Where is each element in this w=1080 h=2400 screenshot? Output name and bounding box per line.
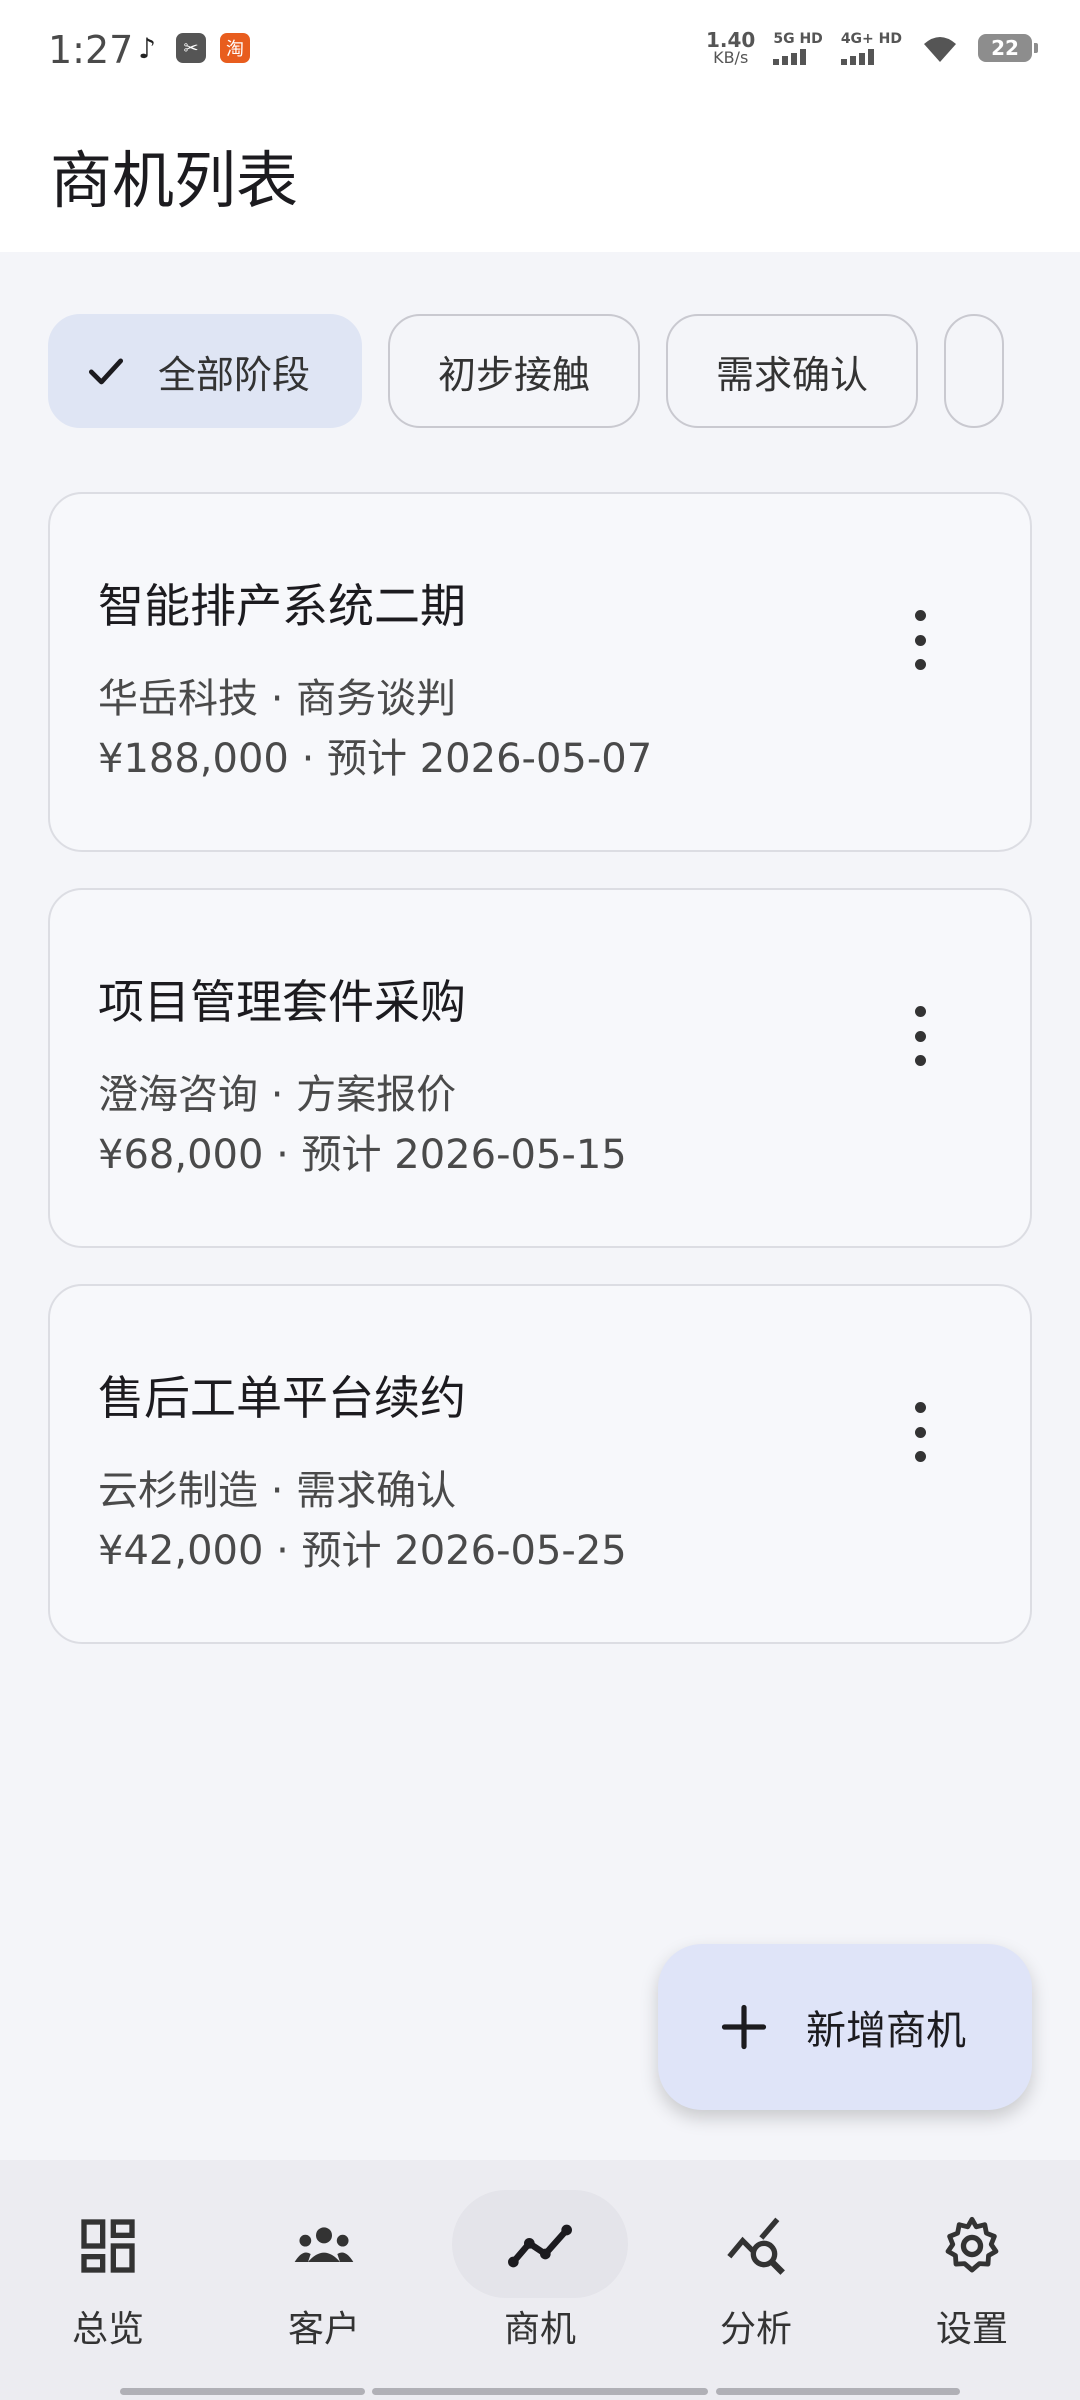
- opportunity-meta: 云杉制造 · 需求确认: [98, 1468, 457, 1514]
- chip-initial-contact[interactable]: 初步接触: [388, 314, 641, 428]
- chip-next-partial[interactable]: [944, 314, 1005, 428]
- opportunity-card[interactable]: 项目管理套件采购 澄海咨询 · 方案报价 ¥68,000 · 预计 2026-0…: [48, 888, 1032, 1248]
- status-app-icons: ♪ ✂ 淘: [132, 32, 250, 65]
- nav-item-opportunities[interactable]: 商机: [432, 2160, 648, 2400]
- nav-item-analysis[interactable]: 分析: [648, 2160, 864, 2400]
- gear-icon: [945, 2216, 999, 2273]
- nav-item-overview[interactable]: 总览: [0, 2160, 216, 2400]
- nav-label: 分析: [719, 2309, 792, 2350]
- app-header: 商机列表: [0, 100, 1080, 252]
- more-options-icon[interactable]: [906, 1402, 934, 1462]
- gesture-bar: [120, 2388, 365, 2395]
- gesture-bar: [372, 2388, 708, 2395]
- nav-label: 商机: [503, 2309, 576, 2350]
- chip-label: 初步接触: [438, 352, 591, 397]
- nav-label: 设置: [935, 2309, 1008, 2350]
- chip-label: 全部阶段: [158, 352, 311, 397]
- chip-all-stages[interactable]: 全部阶段: [48, 314, 363, 428]
- analytics-search-icon: [727, 2217, 785, 2275]
- more-options-icon[interactable]: [906, 1006, 934, 1066]
- chip-requirement-confirm[interactable]: 需求确认: [666, 314, 919, 428]
- add-opportunity-label: 新增商机: [806, 2008, 966, 2054]
- gesture-bar: [716, 2388, 960, 2395]
- opportunity-list: 智能排产系统二期 华岳科技 · 商务谈判 ¥188,000 · 预计 2026-…: [48, 492, 1032, 1680]
- network-speed: 1.40 KB/s: [706, 30, 755, 66]
- plus-icon: [721, 2004, 767, 2050]
- bottom-navigation: 总览 客户 商机 分析 设置: [0, 2160, 1080, 2400]
- opportunity-card[interactable]: 售后工单平台续约 云杉制造 · 需求确认 ¥42,000 · 预计 2026-0…: [48, 1284, 1032, 1644]
- nav-item-settings[interactable]: 设置: [864, 2160, 1080, 2400]
- network-speed-value: 1.40: [706, 28, 756, 52]
- nav-label: 总览: [71, 2309, 144, 2350]
- opportunity-meta: 澄海咨询 · 方案报价: [98, 1072, 457, 1118]
- status-indicators: 1.40 KB/s 5G HD 4G+ HD 22: [706, 30, 1038, 66]
- network-speed-unit: KB/s: [713, 48, 749, 67]
- battery-icon: 22: [978, 34, 1038, 62]
- opportunity-card[interactable]: 智能排产系统二期 华岳科技 · 商务谈判 ¥188,000 · 预计 2026-…: [48, 492, 1032, 852]
- opportunity-title: 售后工单平台续约: [98, 1371, 466, 1425]
- stage-filter-chips: 全部阶段 初步接触 需求确认: [48, 314, 1032, 430]
- page-title: 商机列表: [50, 144, 299, 217]
- sim1-label: 5G HD: [773, 30, 823, 47]
- opportunity-amount: ¥68,000 · 预计 2026-05-15: [98, 1132, 627, 1178]
- more-options-icon[interactable]: [906, 610, 934, 670]
- taobao-icon: 淘: [220, 33, 250, 63]
- dashboard-icon: [81, 2219, 135, 2273]
- sim2-label: 4G+ HD: [840, 30, 902, 47]
- nav-label: 客户: [287, 2309, 360, 2350]
- wifi-icon: [924, 37, 956, 62]
- trend-line-icon: [508, 2224, 572, 2268]
- status-bar: 1:27 ♪ ✂ 淘 1.40 KB/s 5G HD 4G+ HD 22: [0, 0, 1080, 100]
- people-icon: [294, 2227, 354, 2262]
- scissors-app-icon: ✂: [176, 33, 206, 63]
- add-opportunity-button[interactable]: 新增商机: [658, 1944, 1032, 2110]
- status-time: 1:27: [48, 28, 134, 72]
- opportunity-meta: 华岳科技 · 商务谈判: [98, 676, 457, 722]
- opportunity-amount: ¥188,000 · 预计 2026-05-07: [98, 736, 653, 782]
- opportunity-title: 项目管理套件采购: [98, 975, 466, 1029]
- sim1-signal-icon: 5G HD: [773, 30, 823, 65]
- chip-label: 需求确认: [716, 352, 869, 397]
- opportunity-amount: ¥42,000 · 预计 2026-05-25: [98, 1528, 627, 1574]
- sim2-signal-icon: 4G+ HD: [840, 30, 902, 65]
- nav-item-customers[interactable]: 客户: [216, 2160, 432, 2400]
- check-icon: [88, 358, 124, 385]
- tiktok-icon: ♪: [132, 32, 162, 65]
- opportunity-title: 智能排产系统二期: [98, 579, 466, 633]
